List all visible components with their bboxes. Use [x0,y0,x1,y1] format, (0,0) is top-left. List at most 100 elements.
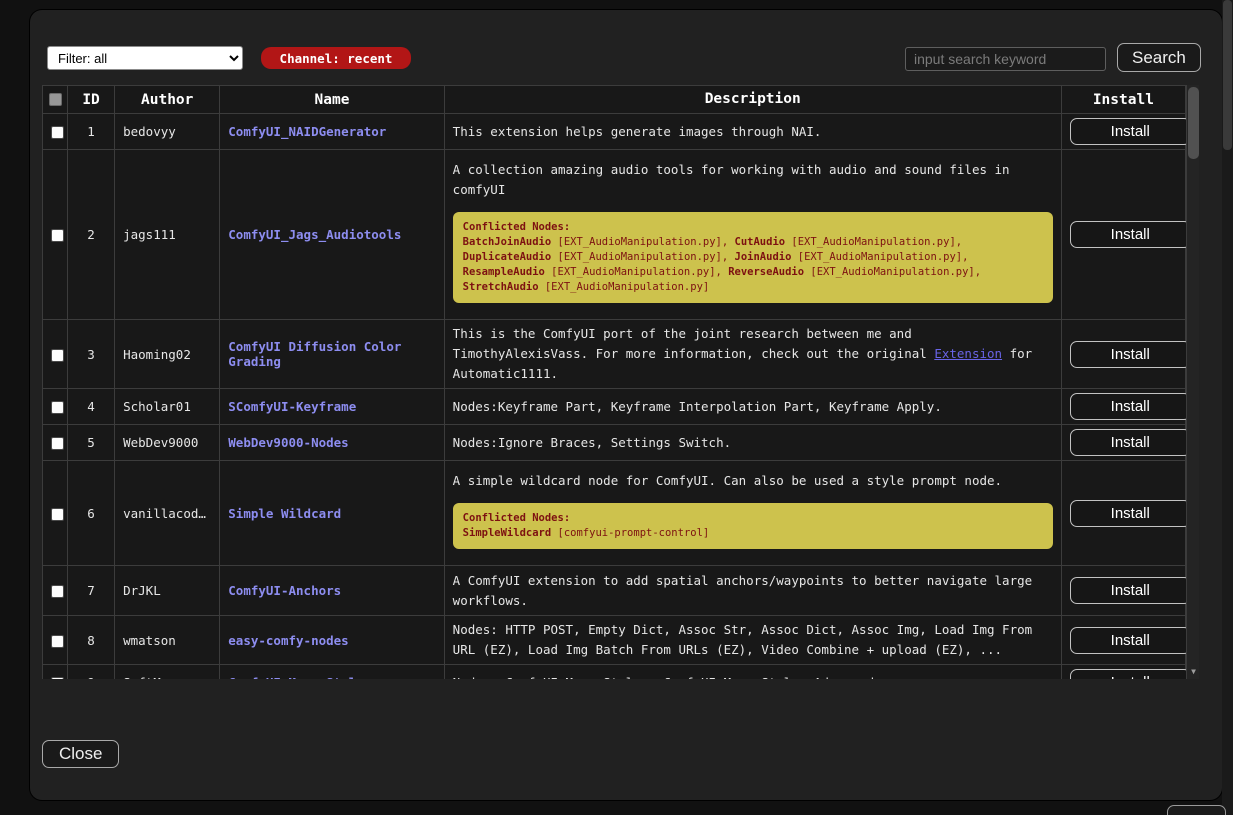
name-cell: ComfyUI-Anchors [220,566,444,616]
name-cell: ComfyUI Diffusion Color Grading [220,320,444,389]
close-button[interactable]: Close [42,740,119,768]
extension-name-link[interactable]: WebDev9000-Nodes [228,435,348,450]
row-checkbox[interactable] [51,437,64,450]
page-scrollbar-thumb[interactable] [1223,0,1232,150]
conflict-title: Conflicted Nodes: [463,220,1043,235]
id-cell: 5 [68,425,115,461]
id-cell: 4 [68,389,115,425]
description-cell: Nodes:Ignore Braces, Settings Switch. [444,425,1061,461]
author-cell: wmatson [115,616,220,665]
install-button[interactable]: Install [1070,429,1191,456]
install-button[interactable]: Install [1070,118,1191,145]
description-cell: A simple wildcard node for ComfyUI. Can … [444,461,1061,566]
id-cell: 2 [68,150,115,320]
search-input[interactable] [905,47,1106,71]
name-cell: ComfyUI_Jags_Audiotools [220,150,444,320]
id-cell: 7 [68,566,115,616]
channel-badge: Channel: recent [261,47,411,69]
table-row: 7 DrJKL ComfyUI-Anchors A ComfyUI extens… [43,566,1186,616]
checkbox-cell [43,665,68,679]
filter-select[interactable]: Filter: all [47,46,243,70]
conflict-title: Conflicted Nodes: [463,511,1043,526]
scroll-down-arrow-icon[interactable]: ▼ [1187,665,1199,678]
search-button[interactable]: Search [1117,43,1201,72]
install-button[interactable]: Install [1070,221,1191,248]
extension-name-link[interactable]: easy-comfy-nodes [228,633,348,648]
custom-nodes-table: ID Author Name Description Install 1 bed… [42,85,1186,679]
conflict-items: SimpleWildcard [comfyui-prompt-control] [463,526,1043,541]
row-checkbox[interactable] [51,508,64,521]
extension-name-link[interactable]: Simple Wildcard [228,506,341,521]
table-row: 4 Scholar01 SComfyUI-Keyframe Nodes:Keyf… [43,389,1186,425]
checkbox-cell [43,150,68,320]
id-cell: 6 [68,461,115,566]
description-cell: Nodes: HTTP POST, Empty Dict, Assoc Str,… [444,616,1061,665]
row-checkbox[interactable] [51,349,64,362]
row-checkbox[interactable] [51,126,64,139]
install-button[interactable]: Install [1070,627,1191,654]
page-scrollbar[interactable] [1222,0,1233,815]
install-cell: Install [1061,320,1185,389]
header-install: Install [1061,86,1185,114]
extension-name-link[interactable]: ComfyUI_NAIDGenerator [228,124,386,139]
table-scrollbar[interactable]: ▼ [1186,85,1199,679]
conflict-warning-box: Conflicted Nodes: SimpleWildcard [comfyu… [453,503,1053,549]
author-cell: SoftMeng [115,665,220,679]
description-text: A simple wildcard node for ComfyUI. Can … [453,471,1053,491]
description-cell: A ComfyUI extension to add spatial ancho… [444,566,1061,616]
name-cell: SComfyUI-Keyframe [220,389,444,425]
install-button[interactable]: Install [1070,669,1191,679]
row-checkbox[interactable] [51,635,64,648]
row-checkbox[interactable] [51,401,64,414]
table-row: 9 SoftMeng ComfyUI_Mexx_Styler Nodes: Co… [43,665,1186,679]
install-button[interactable]: Install [1070,341,1191,368]
description-text: A collection amazing audio tools for wor… [453,160,1053,200]
install-button[interactable]: Install [1070,393,1191,420]
table-row: 1 bedovyy ComfyUI_NAIDGenerator This ext… [43,114,1186,150]
table-header-row: ID Author Name Description Install [43,86,1186,114]
install-button[interactable]: Install [1070,577,1191,604]
author-cell: vanillacode314 [115,461,220,566]
author-cell: bedovyy [115,114,220,150]
name-cell: WebDev9000-Nodes [220,425,444,461]
extension-name-link[interactable]: ComfyUI_Mexx_Styler [228,675,371,679]
select-all-checkbox[interactable] [49,93,62,106]
install-cell: Install [1061,150,1185,320]
extension-link[interactable]: Extension [934,346,1002,361]
description-cell: Nodes: ComfyUI Mexx Styler, ComfyUI Mexx… [444,665,1061,679]
install-cell: Install [1061,566,1185,616]
header-name: Name [220,86,444,114]
author-cell: Scholar01 [115,389,220,425]
extension-name-link[interactable]: ComfyUI_Jags_Audiotools [228,227,401,242]
conflict-items: BatchJoinAudio [EXT_AudioManipulation.py… [463,235,1043,295]
install-cell: Install [1061,114,1185,150]
extension-name-link[interactable]: ComfyUI-Anchors [228,583,341,598]
table-row: 3 Haoming02 ComfyUI Diffusion Color Grad… [43,320,1186,389]
checkbox-cell [43,616,68,665]
author-cell: DrJKL [115,566,220,616]
row-checkbox[interactable] [51,229,64,242]
id-cell: 9 [68,665,115,679]
checkbox-cell [43,425,68,461]
description-cell: Nodes:Keyframe Part, Keyframe Interpolat… [444,389,1061,425]
conflict-warning-box: Conflicted Nodes: BatchJoinAudio [EXT_Au… [453,212,1053,303]
author-cell: WebDev9000 [115,425,220,461]
header-checkbox-cell [43,86,68,114]
install-button[interactable]: Install [1070,500,1191,527]
row-checkbox[interactable] [51,677,64,679]
extension-name-link[interactable]: SComfyUI-Keyframe [228,399,356,414]
table-row: 5 WebDev9000 WebDev9000-Nodes Nodes:Igno… [43,425,1186,461]
install-cell: Install [1061,461,1185,566]
partial-button-bottom-right[interactable] [1167,805,1226,815]
checkbox-cell [43,389,68,425]
name-cell: easy-comfy-nodes [220,616,444,665]
table-scrollbar-thumb[interactable] [1188,87,1199,159]
install-cell: Install [1061,616,1185,665]
row-checkbox[interactable] [51,585,64,598]
name-cell: ComfyUI_NAIDGenerator [220,114,444,150]
extension-name-link[interactable]: ComfyUI Diffusion Color Grading [228,339,401,369]
checkbox-cell [43,320,68,389]
description-cell: A collection amazing audio tools for wor… [444,150,1061,320]
description-text: This is the ComfyUI port of the joint re… [453,326,935,361]
id-cell: 8 [68,616,115,665]
